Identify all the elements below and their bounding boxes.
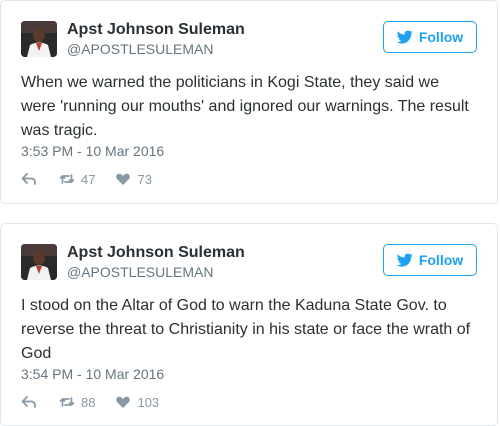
twitter-bird-icon (396, 253, 413, 267)
tweet-actions: 47 73 (21, 169, 152, 189)
heart-icon (116, 173, 131, 185)
follow-button[interactable]: Follow (383, 21, 477, 53)
retweet-icon (59, 174, 75, 184)
tweet-text: When we warned the politicians in Kogi S… (21, 74, 469, 139)
follow-label: Follow (418, 252, 464, 268)
follow-button[interactable]: Follow (383, 244, 477, 276)
author-name[interactable]: Apst Johnson Suleman (67, 244, 245, 262)
retweet-count: 47 (81, 171, 96, 187)
tweet-text: I stood on the Altar of God to warn the … (21, 297, 471, 362)
follow-label: Follow (418, 29, 464, 45)
like-button[interactable]: 103 (115, 394, 159, 410)
retweet-button[interactable]: 47 (59, 171, 95, 187)
tweet-timestamp[interactable]: 3:54 PM - 10 Mar 2016 (21, 366, 164, 382)
author-name[interactable]: Apst Johnson Suleman (67, 21, 245, 39)
twitter-bird-icon (396, 30, 413, 44)
retweet-icon (59, 397, 75, 407)
tweet-timestamp[interactable]: 3:53 PM - 10 Mar 2016 (21, 143, 164, 159)
author-handle[interactable]: @APOSTLESULEMAN (67, 264, 213, 280)
like-count: 73 (137, 171, 152, 187)
tweet-card: Apst Johnson Suleman @APOSTLESULEMAN Fol… (0, 0, 498, 204)
reply-icon (21, 173, 36, 185)
heart-icon (116, 396, 131, 408)
reply-button[interactable] (21, 394, 37, 410)
avatar[interactable] (21, 21, 57, 57)
reply-icon (21, 396, 36, 408)
retweet-button[interactable]: 88 (59, 394, 95, 410)
tweet-card: Apst Johnson Suleman @APOSTLESULEMAN Fol… (0, 223, 498, 426)
like-count: 103 (137, 394, 160, 410)
author-handle[interactable]: @APOSTLESULEMAN (67, 41, 213, 57)
avatar[interactable] (21, 244, 57, 280)
reply-button[interactable] (21, 171, 37, 187)
tweet-actions: 88 103 (21, 392, 159, 412)
retweet-count: 88 (81, 394, 96, 410)
like-button[interactable]: 73 (115, 171, 152, 187)
